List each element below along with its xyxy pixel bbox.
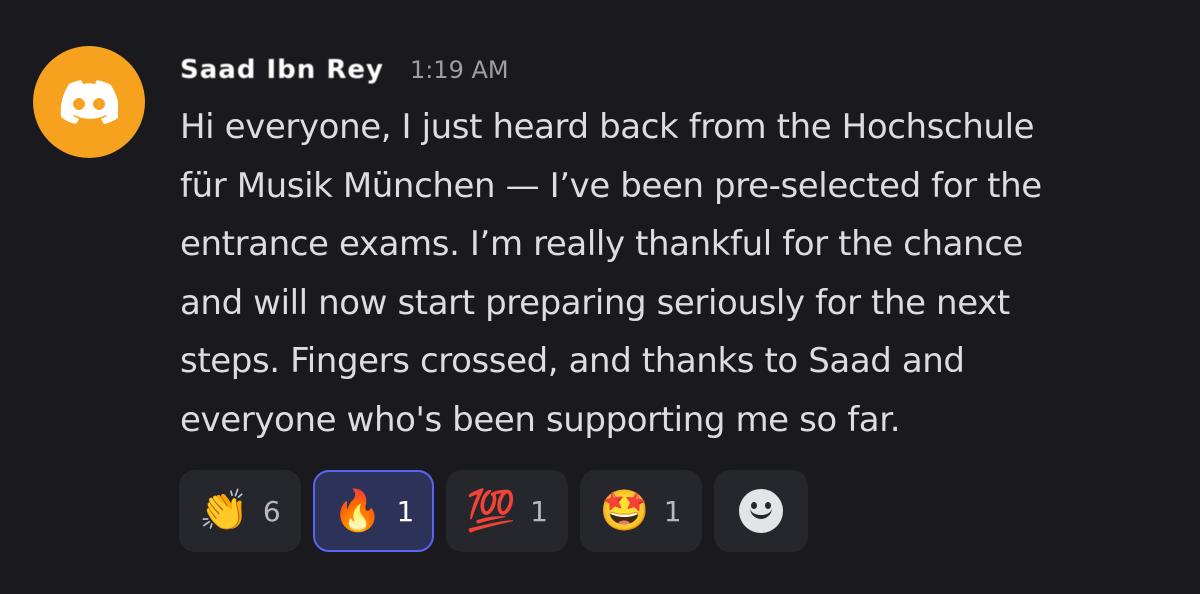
clapping-hands-icon: 👏 bbox=[199, 488, 249, 534]
fire-icon: 🔥 bbox=[332, 488, 383, 534]
smiley-add-reaction-icon bbox=[738, 489, 783, 533]
message-header: Saad Ibn Rey 1:19 AM bbox=[180, 52, 509, 88]
message-content: Hi everyone, I just heard back from the … bbox=[180, 98, 1180, 449]
avatar[interactable] bbox=[33, 46, 145, 158]
reactions-bar: 👏 6 🔥 1 💯 1 🤩 1 bbox=[179, 470, 808, 552]
star-struck-icon: 🤩 bbox=[599, 488, 650, 534]
message-line: steps. Fingers crossed, and thanks to Sa… bbox=[180, 341, 965, 381]
reaction-count: 1 bbox=[396, 494, 415, 528]
hundred-points-icon: 💯 bbox=[466, 488, 517, 534]
reaction-count: 6 bbox=[262, 494, 281, 528]
chat-message: Saad Ibn Rey 1:19 AM Hi everyone, I just… bbox=[0, 0, 1200, 594]
username[interactable]: Saad Ibn Rey bbox=[180, 55, 384, 85]
reaction-count: 1 bbox=[530, 494, 548, 528]
discord-logo-icon bbox=[60, 80, 118, 124]
message-line: entrance exams. I’m really thankful for … bbox=[180, 224, 1023, 264]
reaction-star-struck[interactable]: 🤩 1 bbox=[579, 470, 702, 552]
timestamp[interactable]: 1:19 AM bbox=[410, 56, 509, 84]
reaction-hundred-points[interactable]: 💯 1 bbox=[446, 470, 568, 552]
message-line: everyone who's been supporting me so far… bbox=[180, 399, 901, 440]
message-line: and will now start preparing seriously f… bbox=[180, 282, 1010, 323]
add-reaction-button[interactable] bbox=[713, 470, 808, 552]
reaction-clapping-hands[interactable]: 👏 6 bbox=[179, 470, 301, 552]
reaction-count: 1 bbox=[663, 494, 682, 528]
reaction-fire[interactable]: 🔥 1 bbox=[312, 470, 435, 552]
message-line: für Musik München — I’ve been pre-select… bbox=[180, 165, 1042, 206]
message-line: Hi everyone, I just heard back from the … bbox=[180, 107, 1035, 147]
smiley-mouth bbox=[749, 507, 772, 519]
